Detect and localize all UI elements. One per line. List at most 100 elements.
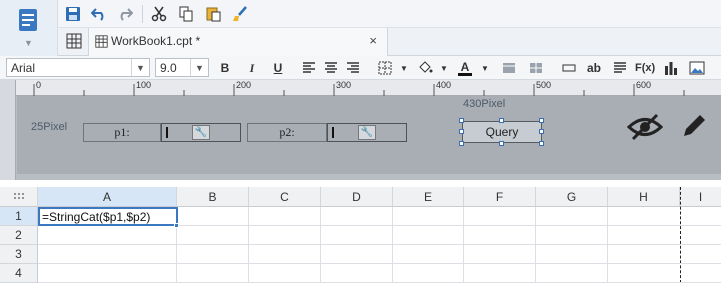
- text-field-button[interactable]: [560, 58, 578, 78]
- border-icon: [378, 61, 392, 75]
- brush-icon: [233, 6, 247, 21]
- font-size-select[interactable]: 9.0 ▼: [155, 58, 209, 77]
- font-family-value: Arial: [11, 61, 36, 75]
- chevron-down-icon[interactable]: ▼: [435, 58, 453, 78]
- formula-button[interactable]: F(x): [635, 58, 655, 78]
- eye-hidden-icon[interactable]: [627, 112, 663, 142]
- ruler-ticks: [33, 84, 685, 96]
- align-center-button[interactable]: [322, 58, 340, 78]
- chevron-down-icon[interactable]: ▼: [476, 58, 494, 78]
- p1-label[interactable]: p1:: [83, 123, 161, 142]
- merge-cells-button[interactable]: [500, 58, 518, 78]
- merge-icon: [503, 63, 515, 73]
- ruler-label-500: 500: [536, 80, 552, 90]
- chevron-down-icon: ▼: [131, 59, 149, 76]
- tab-workbook1[interactable]: WorkBook1.cpt * ×: [88, 28, 388, 56]
- italic-button[interactable]: I: [243, 58, 261, 78]
- column-header-a[interactable]: A: [38, 187, 177, 207]
- chevron-down-icon[interactable]: ▼: [395, 58, 413, 78]
- p2-label[interactable]: p2:: [247, 123, 327, 142]
- quick-toolbar: [58, 0, 721, 28]
- fill-handle[interactable]: [174, 223, 179, 228]
- cut-button[interactable]: [149, 4, 169, 24]
- row-header-3[interactable]: 3: [0, 245, 38, 264]
- text-cursor-icon: [332, 127, 334, 138]
- ruler-label-300: 300: [336, 80, 352, 90]
- resize-handle[interactable]: [539, 141, 544, 146]
- redo-icon: [120, 8, 133, 21]
- paste-icon: [206, 7, 221, 22]
- edit-pencil-icon[interactable]: [680, 112, 708, 140]
- row-header-2[interactable]: 2: [0, 226, 38, 245]
- bold-button[interactable]: B: [216, 58, 234, 78]
- resize-handle[interactable]: [459, 129, 464, 134]
- query-button[interactable]: Query: [462, 121, 542, 143]
- workbook-icon: [95, 35, 108, 48]
- copy-button[interactable]: [176, 4, 196, 24]
- undo-button[interactable]: [89, 4, 109, 24]
- ruler-label-400: 400: [436, 80, 452, 90]
- chart-button[interactable]: [662, 58, 680, 78]
- resize-handle[interactable]: [459, 118, 464, 123]
- resize-handle[interactable]: [499, 141, 504, 146]
- fill-color-button[interactable]: [416, 58, 434, 78]
- paste-button[interactable]: [203, 4, 223, 24]
- column-header-i[interactable]: I: [680, 187, 721, 207]
- column-header-d[interactable]: D: [321, 187, 393, 207]
- row-header-4[interactable]: 4: [0, 264, 38, 283]
- column-header-g[interactable]: G: [536, 187, 608, 207]
- row-gridline: [38, 244, 721, 245]
- row-header-1[interactable]: 1: [0, 207, 38, 226]
- copy-icon: [179, 6, 193, 22]
- resize-handle[interactable]: [539, 129, 544, 134]
- column-gridline: [607, 207, 608, 283]
- text-field-icon: [562, 64, 576, 72]
- image-icon: [689, 61, 705, 75]
- split-icon: [530, 63, 542, 73]
- ruler-label-100: 100: [136, 80, 152, 90]
- p2-input-widget[interactable]: 🔧: [327, 123, 407, 142]
- column-header-b[interactable]: B: [177, 187, 249, 207]
- resize-handle[interactable]: [539, 118, 544, 123]
- grid-dots-icon: [13, 192, 24, 199]
- column-header-f[interactable]: F: [464, 187, 536, 207]
- align-right-icon: [347, 62, 359, 73]
- wrench-icon: 🔧: [358, 125, 376, 140]
- select-all-corner[interactable]: [0, 187, 38, 207]
- underline-button[interactable]: U: [269, 58, 287, 78]
- paragraph-button[interactable]: [611, 58, 629, 78]
- close-tab-button[interactable]: ×: [369, 33, 377, 48]
- column-header-h[interactable]: H: [608, 187, 680, 207]
- redo-button[interactable]: [115, 4, 135, 24]
- ruler-label-200: 200: [236, 80, 252, 90]
- font-color-button[interactable]: A: [456, 58, 474, 78]
- font-family-select[interactable]: Arial ▼: [6, 58, 150, 77]
- cell-a1[interactable]: =StringCat($p1,$p2): [38, 207, 178, 226]
- align-left-button[interactable]: [300, 58, 318, 78]
- split-cells-button[interactable]: [527, 58, 545, 78]
- horizontal-ruler: 0 100 200 300 400 500 600: [16, 80, 721, 96]
- image-button[interactable]: [688, 58, 706, 78]
- vertical-ruler: [0, 80, 16, 180]
- column-gridline: [392, 207, 393, 283]
- new-sheet-button[interactable]: [64, 31, 84, 51]
- text-cursor-icon: [166, 127, 168, 138]
- format-painter-button[interactable]: [230, 4, 250, 24]
- format-toolbar: Arial ▼ 9.0 ▼ B I U ▼ ▼ A ▼ ab F(x): [0, 56, 721, 80]
- align-right-button[interactable]: [344, 58, 362, 78]
- column-header-e[interactable]: E: [393, 187, 464, 207]
- file-menu-button[interactable]: ▼: [0, 0, 58, 56]
- text-button[interactable]: ab: [585, 58, 603, 78]
- resize-handle[interactable]: [459, 141, 464, 146]
- scissors-icon: [151, 6, 167, 22]
- document-icon: [19, 9, 37, 31]
- border-button[interactable]: [376, 58, 394, 78]
- row-gridline: [38, 263, 721, 264]
- column-header-c[interactable]: C: [249, 187, 321, 207]
- column-gridline: [248, 207, 249, 283]
- resize-handle[interactable]: [499, 118, 504, 123]
- chevron-down-icon: ▼: [190, 59, 208, 76]
- save-button[interactable]: [63, 4, 83, 24]
- tab-title: WorkBook1.cpt *: [111, 34, 201, 48]
- p1-input-widget[interactable]: 🔧: [161, 123, 241, 142]
